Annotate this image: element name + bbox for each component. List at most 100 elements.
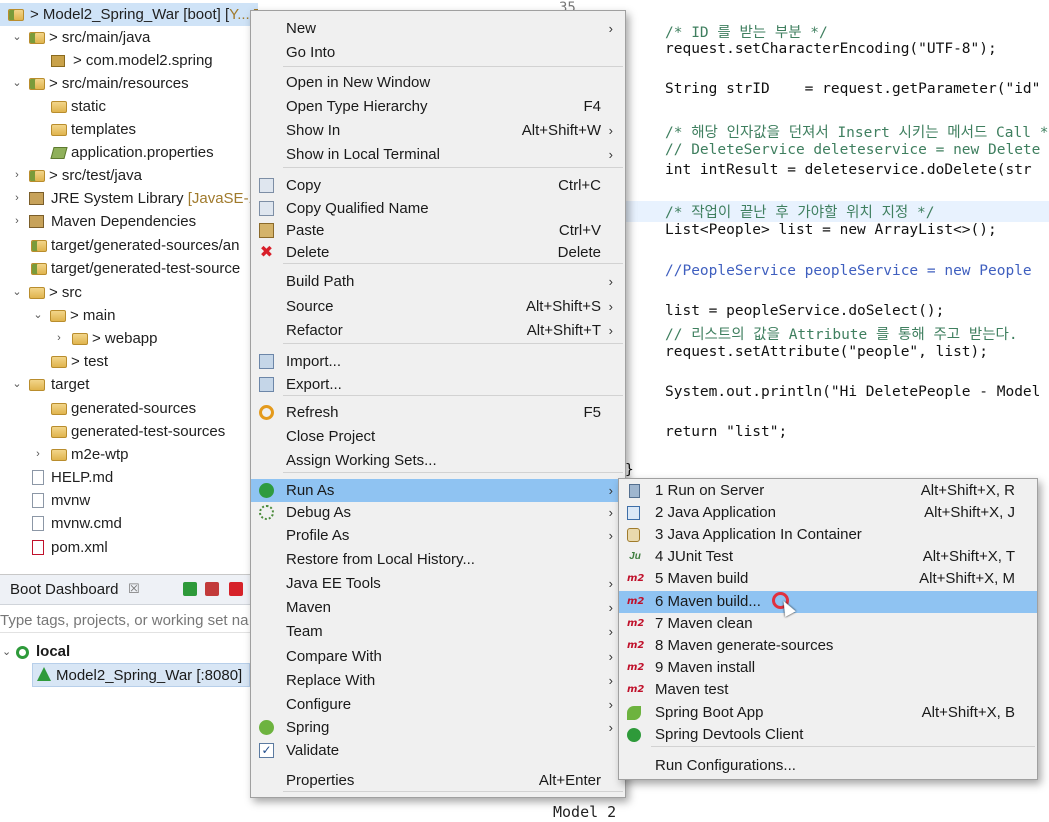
submenu-item-spring-devtools-client[interactable]: Spring Devtools Client bbox=[619, 724, 1037, 746]
code-line: System.out.println("Hi DeletePeople - Mo… bbox=[665, 384, 1041, 400]
menu-item-delete[interactable]: ✖ Delete Delete bbox=[251, 241, 625, 264]
menu-item-show-in[interactable]: Show In Alt+Shift+W › bbox=[251, 119, 625, 142]
library-icon bbox=[29, 192, 44, 205]
maven-icon: m2 bbox=[627, 662, 645, 673]
submenu-item-maven-test[interactable]: m2 Maven test bbox=[619, 679, 1037, 701]
junit-icon: Ju bbox=[629, 551, 641, 562]
tree-item-test[interactable]: > test bbox=[0, 350, 258, 373]
tree-item-src-main-java[interactable]: ⌄ > src/main/java bbox=[0, 26, 258, 49]
tree-item-generated-sources[interactable]: target/generated-sources/an bbox=[0, 234, 258, 257]
submenu-item-run-configurations[interactable]: Run Configurations... bbox=[619, 755, 1037, 777]
submenu-item-1-run-on-server[interactable]: 1 Run on Server Alt+Shift+X, R bbox=[619, 480, 1037, 502]
submenu-item-3-java-application-in-container[interactable]: 3 Java Application In Container bbox=[619, 524, 1037, 546]
tree-item-package[interactable]: > com.model2.spring bbox=[0, 49, 258, 72]
chevron-down-icon[interactable]: ⌄ bbox=[31, 304, 45, 327]
menu-item-label: Copy Qualified Name bbox=[286, 200, 429, 217]
submenu-item-shortcut: Alt+Shift+X, T bbox=[922, 548, 1015, 565]
menu-item-close-project[interactable]: Close Project bbox=[251, 425, 625, 448]
menu-item-java-ee-tools[interactable]: Java EE Tools › bbox=[251, 572, 625, 595]
menu-item-label: Maven bbox=[286, 599, 332, 616]
tree-item-m2e-wtp[interactable]: › m2e-wtp bbox=[0, 443, 258, 466]
tree-item-help-md[interactable]: HELP.md bbox=[0, 466, 258, 489]
tree-item-label: target/generated-test-source bbox=[51, 260, 241, 277]
submenu-item-8-maven-generate-sources[interactable]: m2 8 Maven generate-sources bbox=[619, 635, 1037, 657]
menu-item-maven[interactable]: Maven › bbox=[251, 596, 625, 619]
submenu-item-2-java-application[interactable]: 2 Java Application Alt+Shift+X, J bbox=[619, 502, 1037, 524]
menu-item-build-path[interactable]: Build Path › bbox=[251, 270, 625, 293]
chevron-down-icon[interactable]: ⌄ bbox=[10, 373, 24, 396]
submenu-item-4-junit-test[interactable]: Ju 4 JUnit Test Alt+Shift+X, T bbox=[619, 546, 1037, 568]
tree-item-src[interactable]: ⌄ > src bbox=[0, 281, 258, 304]
tree-item-jre[interactable]: › JRE System Library [JavaSE-1. bbox=[0, 187, 258, 210]
menu-item-refactor[interactable]: Refactor Alt+Shift+T › bbox=[251, 319, 625, 342]
tree-item-project[interactable]: > Model2_Spring_War [boot] [Y... T...] bbox=[0, 3, 258, 26]
submenu-item-6-maven-build[interactable]: m2 6 Maven build... bbox=[619, 591, 1037, 613]
tree-item-application-properties[interactable]: application.properties bbox=[0, 141, 258, 164]
chevron-right-icon[interactable]: › bbox=[10, 210, 24, 233]
chevron-right-icon[interactable]: › bbox=[10, 187, 24, 210]
menu-item-go-into[interactable]: Go Into bbox=[251, 41, 625, 64]
chevron-down-icon[interactable]: ⌄ bbox=[10, 26, 24, 49]
tree-item-static[interactable]: static bbox=[0, 95, 258, 118]
tree-item-src-test-java[interactable]: › > src/test/java bbox=[0, 164, 258, 187]
menu-item-debug-as[interactable]: Debug As › bbox=[251, 501, 625, 524]
boot-filter-input[interactable]: Type tags, projects, or working set na bbox=[0, 609, 258, 633]
menu-item-new[interactable]: New › bbox=[251, 17, 625, 40]
menu-item-assign-working-sets[interactable]: Assign Working Sets... bbox=[251, 449, 625, 472]
menu-item-team[interactable]: Team › bbox=[251, 620, 625, 643]
chevron-right-icon[interactable]: › bbox=[52, 327, 66, 350]
tree-item-mvnw[interactable]: mvnw bbox=[0, 489, 258, 512]
start-icon[interactable] bbox=[183, 582, 197, 596]
menu-item-profile-as[interactable]: Profile As › bbox=[251, 524, 625, 547]
source-folder-icon bbox=[29, 170, 45, 182]
folder-icon bbox=[51, 101, 67, 113]
tree-item-pom-xml[interactable]: pom.xml bbox=[0, 536, 258, 559]
menu-item-copy-qualified-name[interactable]: Copy Qualified Name bbox=[251, 197, 625, 220]
menu-item-compare-with[interactable]: Compare With › bbox=[251, 645, 625, 668]
menu-item-label: Copy bbox=[286, 177, 322, 194]
chevron-right-icon[interactable]: › bbox=[31, 443, 45, 466]
menu-item-import[interactable]: Import... bbox=[251, 350, 625, 373]
tree-item-templates[interactable]: templates bbox=[0, 118, 258, 141]
submenu-item-7-maven-clean[interactable]: m2 7 Maven clean bbox=[619, 613, 1037, 635]
menu-item-spring[interactable]: Spring › bbox=[251, 716, 625, 739]
tab-title: Boot Dashboard bbox=[10, 581, 119, 598]
menu-item-replace-with[interactable]: Replace With › bbox=[251, 669, 625, 692]
chevron-down-icon[interactable]: ⌄ bbox=[10, 281, 24, 304]
chevron-right-icon[interactable]: › bbox=[10, 164, 24, 187]
boot-app-row[interactable]: Model2_Spring_War [:8080] bbox=[32, 663, 250, 687]
tree-item-target-generated-test-sources[interactable]: generated-test-sources bbox=[0, 420, 258, 443]
tree-item-webapp[interactable]: › > webapp bbox=[0, 327, 258, 350]
menu-item-run-as[interactable]: Run As › bbox=[251, 479, 625, 502]
tree-item-src-main-resources[interactable]: ⌄ > src/main/resources bbox=[0, 72, 258, 95]
menu-item-restore-from-local-history[interactable]: Restore from Local History... bbox=[251, 548, 625, 571]
menu-item-source[interactable]: Source Alt+Shift+S › bbox=[251, 295, 625, 318]
menu-item-open-type-hierarchy[interactable]: Open Type Hierarchy F4 bbox=[251, 95, 625, 118]
submenu-item-5-maven-build[interactable]: m2 5 Maven build Alt+Shift+X, M bbox=[619, 568, 1037, 590]
menu-item-export[interactable]: Export... bbox=[251, 373, 625, 396]
tree-item-mvnw-cmd[interactable]: mvnw.cmd bbox=[0, 512, 258, 535]
copy-qualified-name-icon bbox=[259, 201, 274, 216]
boot-dashboard-tab[interactable]: Boot Dashboard ☒ bbox=[0, 575, 258, 605]
menu-item-copy[interactable]: Copy Ctrl+C bbox=[251, 174, 625, 197]
tree-item-maven-dependencies[interactable]: › Maven Dependencies bbox=[0, 210, 258, 233]
restart-icon[interactable] bbox=[205, 582, 219, 596]
chevron-down-icon[interactable]: ⌄ bbox=[10, 72, 24, 95]
close-icon[interactable]: ☒ bbox=[128, 581, 140, 597]
menu-item-properties[interactable]: Properties Alt+Enter bbox=[251, 769, 625, 792]
submenu-item-9-maven-install[interactable]: m2 9 Maven install bbox=[619, 657, 1037, 679]
menu-item-open-in-new-window[interactable]: Open in New Window bbox=[251, 71, 625, 94]
menu-item-validate[interactable]: ✓ Validate bbox=[251, 739, 625, 762]
tree-item-target[interactable]: ⌄ target bbox=[0, 373, 258, 396]
menu-item-show-in-local-terminal[interactable]: Show in Local Terminal › bbox=[251, 143, 625, 166]
folder-icon bbox=[51, 356, 67, 368]
tree-item-target-generated-sources[interactable]: generated-sources bbox=[0, 397, 258, 420]
menu-item-refresh[interactable]: Refresh F5 bbox=[251, 401, 625, 424]
menu-item-configure[interactable]: Configure › bbox=[251, 693, 625, 716]
menu-item-paste[interactable]: Paste Ctrl+V bbox=[251, 219, 625, 242]
tree-item-generated-test-sources[interactable]: target/generated-test-source bbox=[0, 257, 258, 280]
stop-icon[interactable] bbox=[229, 582, 243, 596]
tree-item-main[interactable]: ⌄ > main bbox=[0, 304, 258, 327]
submenu-item-spring-boot-app[interactable]: Spring Boot App Alt+Shift+X, B bbox=[619, 702, 1037, 724]
chevron-down-icon[interactable]: ⌄ bbox=[2, 641, 11, 663]
